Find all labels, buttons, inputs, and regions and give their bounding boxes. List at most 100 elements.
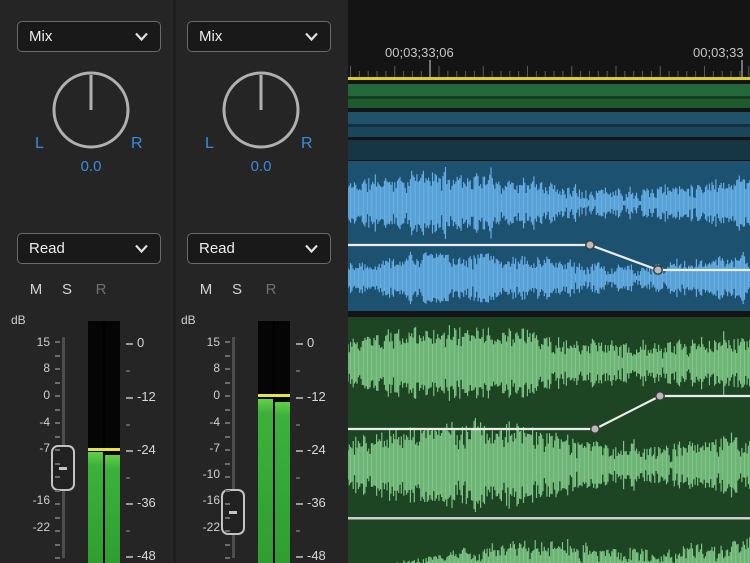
pan-value[interactable]: 0.0 <box>219 158 303 175</box>
automation-keyframe[interactable] <box>656 392 664 400</box>
mute-button[interactable]: M <box>28 281 44 298</box>
fader-tick <box>225 368 230 370</box>
collapsed-track-bar[interactable] <box>348 112 750 137</box>
solo-button[interactable]: S <box>59 281 75 298</box>
timeline-panel: 00;03;33;06 00;03;33 <box>348 0 750 563</box>
fader-scale-label: -7 <box>10 441 50 455</box>
channel-strip-2: Mix L R 0.0 Read M S R dB <box>170 0 340 563</box>
fader-tick <box>55 503 60 505</box>
track-buttons: M S R <box>0 281 170 299</box>
mute-button[interactable]: M <box>198 281 214 298</box>
automation-keyframe[interactable] <box>654 266 662 274</box>
fader-scale-label: -4 <box>10 415 50 429</box>
pan-value[interactable]: 0.0 <box>49 158 133 175</box>
peak-indicator <box>258 394 290 397</box>
fader-tick <box>55 530 60 532</box>
fader-scale-label: -16 <box>10 493 50 507</box>
meter-tick-minor <box>126 477 130 479</box>
record-arm-button[interactable]: R <box>263 281 279 298</box>
input-select[interactable]: Mix <box>187 21 331 52</box>
collapsed-track-bar-2[interactable] <box>348 140 750 160</box>
pan-knob[interactable] <box>49 68 133 152</box>
fader-tick <box>55 463 60 465</box>
solo-button[interactable]: S <box>229 281 245 298</box>
work-area-bar <box>348 77 750 80</box>
fader-tick <box>225 436 230 438</box>
audio-clip-green[interactable] <box>348 317 750 563</box>
volume-fader-handle[interactable] <box>51 445 75 491</box>
meter-tick-minor <box>296 477 300 479</box>
meter-fill <box>275 402 290 563</box>
fader-scale-label: -22 <box>10 520 50 534</box>
meter-scale-label: -36 <box>307 495 326 510</box>
fader-tick <box>225 395 230 397</box>
fader-scale-label: 15 <box>10 335 50 349</box>
automation-mode-select[interactable]: Read <box>17 233 161 264</box>
fader-scale-label: 8 <box>180 361 220 375</box>
strip-divider <box>173 0 176 563</box>
meter-tick <box>126 556 133 558</box>
fader-tick <box>55 449 60 451</box>
chevron-down-icon <box>304 32 319 41</box>
fader-tick <box>55 544 60 546</box>
meter-fill <box>88 452 103 563</box>
meter-scale-label: -24 <box>137 442 156 457</box>
fader-grip-line <box>229 511 237 514</box>
waveform-channel <box>348 252 750 304</box>
fader-tick <box>225 530 230 532</box>
meter-tick-minor <box>126 424 130 426</box>
pan-knob[interactable] <box>219 68 303 152</box>
fader-tick <box>55 341 60 343</box>
fader-grip-line <box>59 467 67 470</box>
fader-tick <box>225 503 230 505</box>
fader-tick <box>225 557 230 559</box>
meter-scale-label: -12 <box>137 389 156 404</box>
fader-scale-label: -7 <box>180 441 220 455</box>
level-meter-left <box>88 321 103 563</box>
meter-tick <box>296 343 303 345</box>
meter-tick <box>296 397 303 399</box>
volume-fader-handle[interactable] <box>221 489 245 535</box>
meter-tick <box>296 450 303 452</box>
input-select-label: Mix <box>199 28 222 45</box>
fader-tick <box>55 476 60 478</box>
db-unit-label: dB <box>181 313 196 327</box>
level-meter-left <box>258 321 273 563</box>
waveform-channel <box>348 418 750 512</box>
level-meter-right <box>275 321 290 563</box>
volume-automation-line[interactable] <box>348 396 750 429</box>
waveform-channel <box>348 325 750 401</box>
fader-scale-label: 8 <box>10 361 50 375</box>
pan-right-label: R <box>131 135 143 153</box>
input-select[interactable]: Mix <box>17 21 161 52</box>
fader-tick <box>225 341 230 343</box>
pan-left-label: L <box>35 135 44 153</box>
meter-tick-minor <box>296 530 300 532</box>
meter-scale-label: -36 <box>137 495 156 510</box>
automation-keyframe[interactable] <box>591 425 599 433</box>
automation-keyframe[interactable] <box>586 241 594 249</box>
meter-tick-minor <box>126 370 130 372</box>
meter-scale-label: 0 <box>137 335 144 350</box>
automation-mode-select[interactable]: Read <box>187 233 331 264</box>
fader-tick <box>55 517 60 519</box>
record-arm-button[interactable]: R <box>93 281 109 298</box>
meter-fill <box>105 455 120 563</box>
waveform-green <box>348 317 750 563</box>
fader-scale-label: 15 <box>180 335 220 349</box>
fader-tick <box>55 409 60 411</box>
level-meters <box>258 321 290 563</box>
waveform-channel <box>348 537 750 563</box>
audio-clip-blue[interactable] <box>348 161 750 311</box>
fader-tick <box>225 544 230 546</box>
level-meter-right <box>105 321 120 563</box>
fader-tick <box>55 368 60 370</box>
track-buttons: M S R <box>170 281 340 299</box>
fader-tick <box>55 436 60 438</box>
fader-tick <box>55 395 60 397</box>
fader-tick <box>55 557 60 559</box>
time-ruler[interactable] <box>348 58 750 78</box>
fader-scale-label: -16 <box>180 493 220 507</box>
meter-scale-label: -48 <box>137 548 156 563</box>
video-clip-bar[interactable] <box>348 84 750 108</box>
